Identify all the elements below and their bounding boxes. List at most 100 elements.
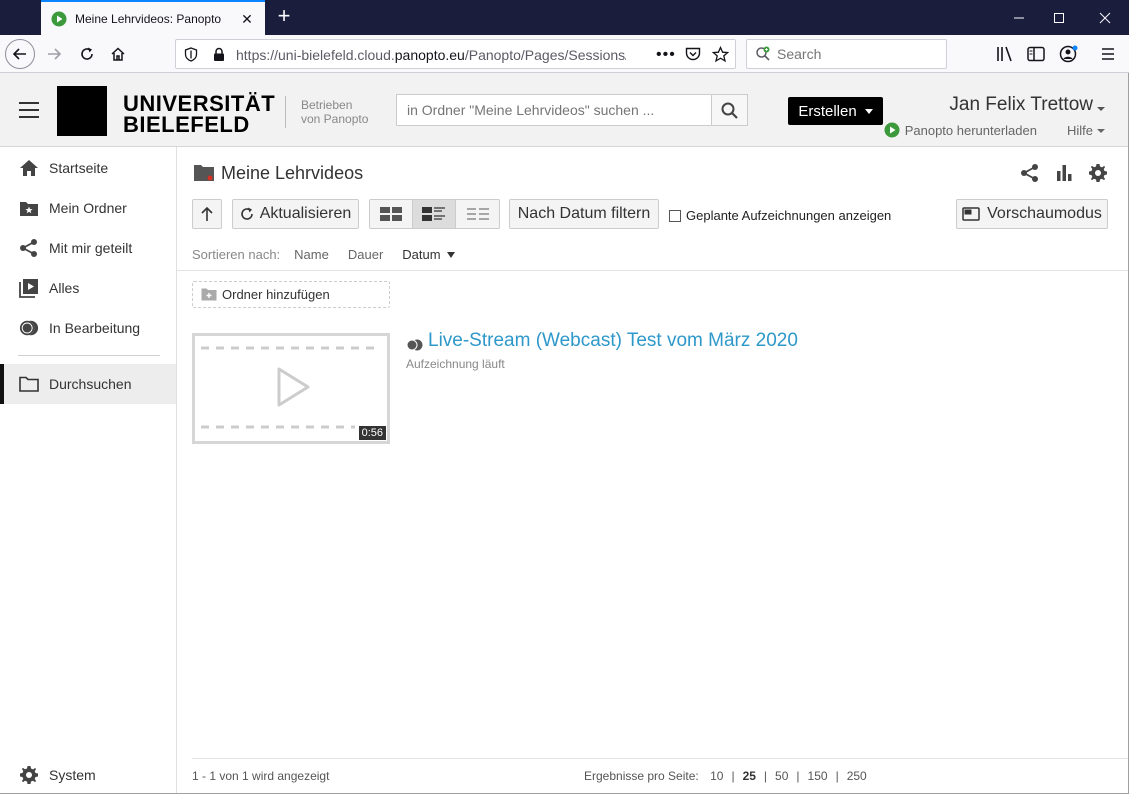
browser-tab-bar: Meine Lehrvideos: Panopto ✕ + [0,0,1129,35]
add-folder-button[interactable]: Ordner hinzufügen [192,281,390,308]
header-links: Panopto herunterladen Hilfe [884,122,1105,138]
create-button[interactable]: Erstellen [788,97,883,125]
app-header: UNIVERSITÄT BIELEFELD Betrieben von Pano… [0,73,1129,147]
video-library-icon [19,278,39,298]
page-size-selector: Ergebnisse pro Seite: 10 | 25 | 50 | 150 | 250 [584,769,867,783]
folder-search-button[interactable] [711,95,747,125]
sidebar-toggle-icon[interactable] [1027,46,1045,65]
library-icon[interactable] [996,46,1014,65]
new-tab-icon[interactable]: + [272,5,296,29]
detail-view-icon [422,207,445,221]
sidebar-item-my-folder[interactable]: Mein Ordner [0,188,176,228]
live-status-icon [406,335,424,351]
page-size-25[interactable]: 25 [743,769,756,783]
preview-mode-button[interactable]: Vorschaumodus [956,199,1108,229]
account-icon[interactable] [1059,45,1079,66]
sort-by-name[interactable]: Name [294,247,329,262]
reload-icon [81,47,93,60]
sidebar-item-home[interactable]: Startseite [0,148,176,188]
stats-icon[interactable] [1054,163,1074,183]
tracking-shield-icon[interactable] [184,47,198,65]
home-icon [111,47,125,61]
view-mode-switch [369,199,500,229]
share-folder-icon[interactable] [1020,163,1040,183]
minimize-window-icon[interactable] [997,0,1041,35]
reload-button[interactable] [72,39,102,69]
refresh-button[interactable]: Aktualisieren [232,199,359,229]
powered-by-panopto: Betrieben von Panopto [301,98,369,126]
forward-arrow-icon [48,48,62,60]
sort-by-duration[interactable]: Dauer [348,247,383,262]
sort-desc-icon [446,251,455,258]
folder-search-input[interactable] [407,102,707,118]
user-menu[interactable]: Jan Felix Trettow [949,94,1105,116]
sidebar-item-everything[interactable]: Alles [0,268,176,308]
browser-search-box[interactable] [746,39,947,69]
session-thumbnail[interactable]: 0:56 [192,333,390,444]
download-panopto-link[interactable]: Panopto herunterladen [884,122,1037,138]
view-detail-button[interactable] [413,200,456,228]
folder-outline-icon [19,374,39,394]
share-icon [19,238,39,258]
page-title: Meine Lehrvideos [221,163,364,183]
search-engine-icon [755,46,771,65]
forward-button[interactable] [39,39,69,69]
back-arrow-icon [5,39,35,69]
page-size-50[interactable]: 50 [775,769,788,783]
sidebar-item-in-progress[interactable]: In Bearbeitung [0,308,176,348]
pocket-icon[interactable] [685,47,701,65]
maximize-window-icon[interactable] [1037,0,1081,35]
sidebar-item-system[interactable]: System [0,755,176,794]
logo-divider [285,96,286,128]
browser-search-input[interactable] [777,46,937,62]
sidebar-divider [18,355,160,356]
folder-settings-icon[interactable] [1088,163,1108,183]
sort-bar: Sortieren nach: Name Dauer Datum [192,247,474,262]
date-filter-button[interactable]: Nach Datum filtern [509,199,659,229]
page-size-250[interactable]: 250 [847,769,867,783]
search-icon [721,102,738,119]
up-folder-button[interactable] [192,199,222,229]
tab-title: Meine Lehrvideos: Panopto [75,11,222,26]
view-grid-button[interactable] [370,200,413,228]
panopto-favicon-icon [51,11,67,27]
close-window-icon[interactable] [1083,0,1127,35]
hamburger-menu-icon[interactable] [19,102,39,118]
app-menu-icon[interactable] [1101,47,1115,64]
university-logo-text[interactable]: UNIVERSITÄT BIELEFELD [123,93,275,136]
starred-folder-icon [19,198,39,218]
create-caret-icon [864,108,873,114]
user-caret-icon [1097,107,1105,111]
preview-icon [962,207,980,221]
page-size-150[interactable]: 150 [808,769,828,783]
help-menu[interactable]: Hilfe [1067,123,1105,138]
lock-icon[interactable] [213,47,225,65]
sidebar-item-browse[interactable]: Durchsuchen [0,364,176,404]
gear-icon [19,765,39,785]
back-button[interactable] [5,39,35,69]
scheduled-checkbox[interactable] [669,209,681,222]
scheduled-recordings-toggle[interactable]: Geplante Aufzeichnungen anzeigen [669,208,891,223]
refresh-icon [240,207,253,220]
footer-divider [192,758,1128,759]
grid-view-icon [380,207,402,221]
home-button[interactable] [103,39,133,69]
url-text[interactable]: https://uni-bielefeld.cloud.panopto.eu/P… [236,47,626,63]
main-content: Meine Lehrvideos Aktualisieren Nach Datu… [177,147,1128,794]
view-list-button[interactable] [456,200,499,228]
list-view-icon [466,208,489,220]
session-title-link[interactable]: Live-Stream (Webcast) Test vom März 2020 [406,330,798,352]
url-bar[interactable]: https://uni-bielefeld.cloud.panopto.eu/P… [175,39,736,69]
folder-header: Meine Lehrvideos [193,163,363,184]
close-tab-icon[interactable]: ✕ [239,11,255,27]
page-actions-icon[interactable]: ••• [656,46,676,64]
bookmark-star-icon[interactable] [711,45,730,66]
sidebar-item-shared-with-me[interactable]: Mit mir geteilt [0,228,176,268]
sort-by-date[interactable]: Datum [402,247,455,262]
university-logo-mark [57,86,107,136]
browser-tab-active[interactable]: Meine Lehrvideos: Panopto ✕ [41,0,265,35]
sidebar: Startseite Mein Ordner Mit mir geteilt A… [0,147,177,794]
add-folder-icon [201,288,217,302]
browser-nav-bar: https://uni-bielefeld.cloud.panopto.eu/P… [0,35,1129,73]
page-size-10[interactable]: 10 [710,769,723,783]
